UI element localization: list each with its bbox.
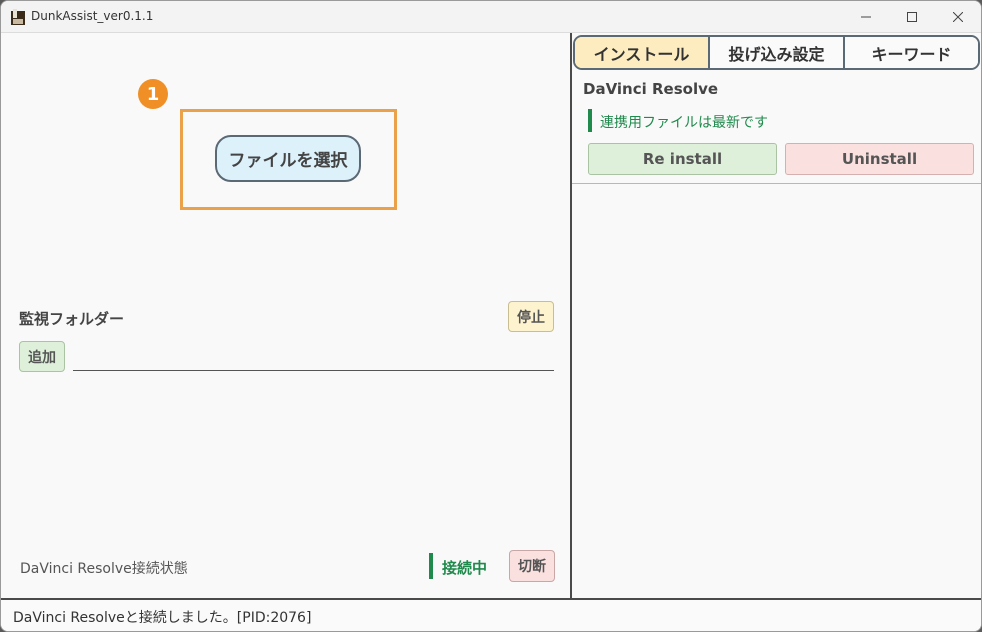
reinstall-button[interactable]: Re install [588, 143, 777, 175]
uninstall-button[interactable]: Uninstall [785, 143, 974, 175]
minimize-icon [861, 16, 871, 17]
tab-keywords[interactable]: キーワード [845, 37, 978, 68]
file-select-button[interactable]: ファイルを選択 [215, 135, 361, 182]
section-divider [572, 183, 981, 184]
add-folder-button[interactable]: 追加 [19, 341, 65, 372]
status-footer: DaVinci Resolveと接続しました。[PID:2076] [1, 598, 981, 631]
install-status-message: 連携用ファイルは最新です [600, 115, 768, 131]
step-badge: 1 [138, 79, 168, 109]
stop-button[interactable]: 停止 [508, 301, 554, 332]
status-indicator-bar [588, 109, 592, 132]
footer-message: DaVinci Resolveと接続しました。[PID:2076] [13, 610, 312, 626]
maximize-icon [907, 11, 917, 22]
disconnect-button[interactable]: 切断 [509, 550, 555, 582]
tab-drop-settings[interactable]: 投げ込み設定 [710, 37, 845, 68]
title-bar: DunkAssist_ver0.1.1 [1, 1, 981, 33]
right-panel: インストール 投げ込み設定 キーワード DaVinci Resolve 連携用フ… [572, 33, 981, 598]
connection-status: 接続中 [442, 559, 488, 577]
close-icon [953, 11, 963, 22]
minimize-button[interactable] [843, 1, 889, 32]
left-panel: 1 ファイルを選択 監視フォルダー 停止 追加 DaVinci Resolve接… [2, 33, 570, 598]
window-title: DunkAssist_ver0.1.1 [31, 9, 154, 23]
tab-install[interactable]: インストール [575, 37, 710, 68]
maximize-button[interactable] [889, 1, 935, 32]
folder-path-input[interactable] [73, 345, 554, 371]
close-button[interactable] [935, 1, 981, 32]
tab-bar: インストール 投げ込み設定 キーワード [573, 35, 980, 70]
connection-indicator-bar [429, 553, 433, 579]
app-name-heading: DaVinci Resolve [583, 80, 719, 98]
app-window: DunkAssist_ver0.1.1 1 ファイルを選択 監視フォルダー 停止… [0, 0, 982, 632]
connection-label: DaVinci Resolve接続状態 [20, 561, 188, 577]
app-icon [11, 9, 25, 25]
watch-folder-label: 監視フォルダー [19, 310, 125, 328]
